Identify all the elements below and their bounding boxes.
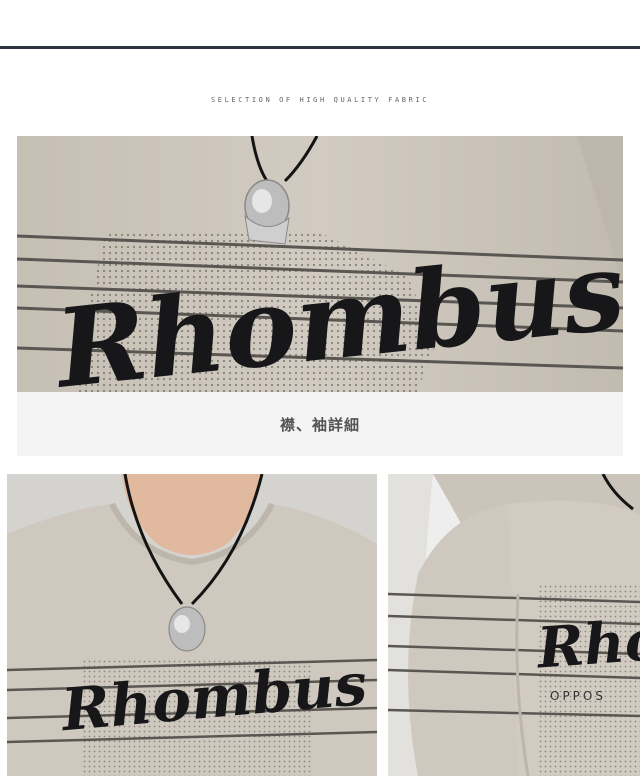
sleeve-side-photo: Rhombus OPPOS bbox=[388, 474, 640, 776]
chest-closeup-photo: Rhombus bbox=[17, 136, 623, 392]
collar-front-photo: Rhombus bbox=[7, 474, 377, 776]
header-divider bbox=[0, 46, 640, 49]
oppos-print-text: OPPOS bbox=[550, 689, 606, 703]
fabric-tagline: SELECTION OF HIGH QUALITY FABRIC bbox=[210, 96, 430, 104]
detail-caption: 襟、袖詳細 bbox=[279, 415, 360, 434]
caption-band: 襟、袖詳細 bbox=[17, 392, 623, 456]
